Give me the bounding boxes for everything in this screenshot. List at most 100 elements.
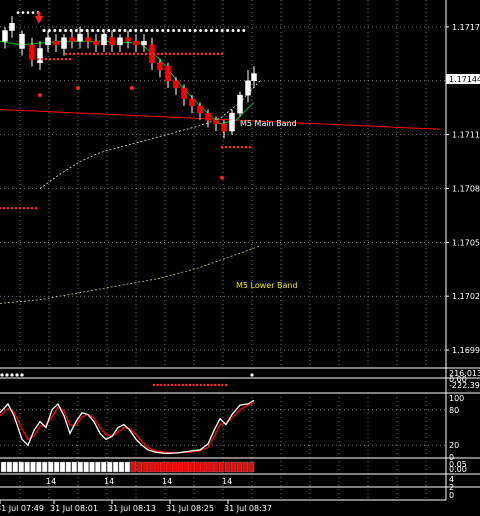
candle-body (221, 123, 227, 132)
red-dot (236, 146, 240, 149)
red-dot (44, 58, 48, 61)
red-signal-dot (220, 175, 224, 180)
top-dot (26, 11, 30, 14)
resistance-dot (47, 29, 51, 33)
price-tick-label: 1.17020 (452, 292, 480, 301)
price-tick-label: 1.17170 (452, 23, 480, 32)
red-dot (212, 52, 216, 56)
panel2-red-dot (163, 383, 166, 387)
strip-red-box (248, 461, 255, 473)
candle-body (117, 37, 123, 46)
panel2-red-dot (185, 383, 188, 387)
price-tick-label: 1.17050 (452, 238, 480, 247)
strip-red-box (219, 461, 225, 473)
panel2-red-dot (160, 383, 163, 387)
panel2-value-label: -222.393 (449, 381, 480, 390)
red-dot (180, 52, 184, 56)
panel2-red-dot (174, 383, 177, 387)
red-dot (56, 58, 60, 61)
chart-canvas: 216.01390.00-222.393100802000.050.001414… (0, 0, 480, 513)
resistance-dot (91, 29, 95, 33)
resistance-dot (85, 29, 89, 33)
candle-body (85, 37, 91, 42)
band-line-1 (0, 245, 261, 304)
candle-body (133, 41, 139, 46)
strip-white-box (53, 461, 60, 473)
resistance-dot (172, 29, 176, 33)
candle-body (251, 73, 257, 82)
resistance-dot (42, 29, 46, 33)
strip-red-box (230, 461, 237, 473)
resistance-dot (96, 29, 100, 33)
panel2-red-dot (192, 383, 195, 387)
panel2-red-dot (167, 383, 170, 387)
resistance-dot (188, 29, 192, 33)
strip-red-box (189, 461, 196, 473)
red-dot (80, 52, 84, 56)
candle-body (37, 48, 43, 64)
strip-red-box (236, 461, 243, 473)
candle-body (205, 112, 211, 121)
red-dot (60, 58, 64, 61)
strip-white-box (118, 461, 125, 473)
red-dot (232, 146, 236, 149)
red-dot (0, 207, 2, 210)
candle-body (141, 41, 147, 46)
top-dot (21, 11, 25, 14)
strip-white-box (42, 461, 48, 473)
x-tick-label: 31 Jul 08:01 (50, 504, 98, 513)
candle-body (29, 44, 35, 60)
strip-white-box (106, 461, 113, 473)
red-dot (156, 52, 160, 56)
strip-white-box (95, 461, 101, 473)
resistance-dot (209, 29, 213, 33)
resistance-dot (107, 29, 111, 33)
red-dot (216, 52, 220, 56)
red-dot (14, 207, 18, 210)
red-dot (10, 207, 14, 210)
strip-white-box (48, 461, 54, 473)
resistance-dot (177, 29, 181, 33)
candle-body (157, 62, 163, 71)
stoch-level-label: 20 (449, 441, 459, 450)
red-dot (36, 58, 40, 61)
candle-body (125, 37, 131, 42)
red-dot (52, 58, 56, 61)
red-dot (68, 52, 72, 56)
price-tick-label: 1.17080 (452, 184, 480, 193)
strip-white-box (65, 461, 72, 473)
candle-body (19, 33, 25, 49)
resistance-dot (231, 29, 235, 33)
resistance-dot (193, 29, 197, 33)
sub-panels: 216.01390.00-222.393100802000.050.001414… (0, 369, 480, 500)
candle-body (109, 37, 115, 46)
price-tick-label: 1.17110 (452, 131, 480, 140)
candle-body (189, 98, 195, 107)
resistance-dot (101, 29, 105, 33)
stoch-level-label: 80 (449, 406, 459, 415)
candle-body (53, 41, 59, 46)
strip-white-box (0, 461, 7, 473)
red-dot (248, 146, 252, 149)
panel2-red-dot (181, 383, 184, 387)
panel2-red-dot (188, 383, 192, 387)
time-axis: 31 Jul 07:49 31 Jul 08:01 31 Jul 08:13 31 J… (0, 499, 446, 513)
candle-body (173, 80, 179, 89)
red-dot (76, 52, 80, 56)
main-band-annotation: M5 Main Band (240, 119, 297, 128)
candle-body (237, 94, 243, 114)
panel2-red-dot (210, 383, 213, 387)
strip-red-box (165, 461, 172, 473)
red-dot (136, 52, 140, 56)
resistance-dot (53, 29, 57, 33)
strip-red-box (148, 461, 154, 473)
red-dot (220, 52, 224, 56)
strip-red-box (177, 461, 184, 473)
candle-body (69, 37, 75, 42)
strip-red-box (160, 461, 166, 473)
x-tick-label: 31 Jul 07:49 (0, 504, 44, 513)
strip-red-box (195, 461, 201, 473)
resistance-dot (64, 29, 68, 33)
red-dot (6, 207, 10, 210)
resistance-dot (150, 29, 154, 33)
